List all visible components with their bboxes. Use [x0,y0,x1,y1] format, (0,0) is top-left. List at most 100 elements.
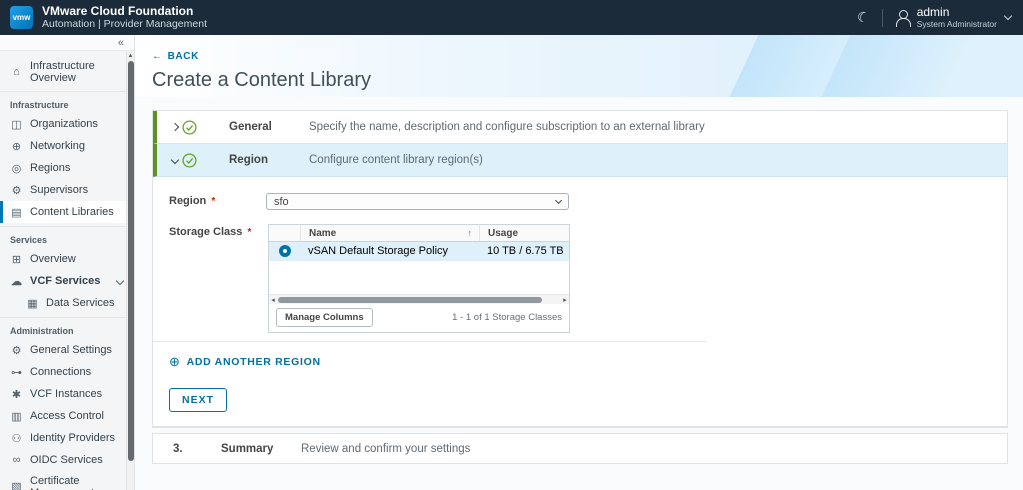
name-column-header[interactable]: Name ↑ [300,225,479,241]
table-footer: Manage Columns 1 - 1 of 1 Storage Classe… [269,304,569,332]
sidebar-section-services: Services [10,235,48,245]
sidebar-item-label: Certificate Management [30,474,94,490]
sidebar-item-access-control[interactable]: ▥ Access Control [0,405,134,427]
oidc-services-icon: ∞ [12,453,21,466]
scroll-left-icon[interactable]: ◂ [269,296,277,304]
step-label: Summary [221,442,274,455]
sidebar-item-identity-providers[interactable]: ⚇ Identity Providers [0,427,134,449]
storage-class-field-label: Storage Class * [169,226,252,238]
wizard: General Specify the name, description an… [152,110,1008,428]
table-empty-area [269,261,569,294]
back-link[interactable]: ← BACK [152,51,199,62]
scrollbar-thumb[interactable] [278,296,543,303]
regions-icon: ◎ [11,162,22,175]
step-complete-icon [182,152,197,168]
table-row[interactable]: vSAN Default Storage Policy 10 TB / 6.75… [269,242,569,261]
sidebar-item-regions[interactable]: ◎ Regions [0,157,134,179]
region-select-value: sfo [274,195,289,208]
step-number: 3. [173,442,183,455]
vcf-instances-icon: ✱ [11,388,22,401]
sidebar-item-infrastructure-overview[interactable]: ⌂ Infrastructure Overview [0,55,134,88]
sidebar-item-label: Regions [30,162,71,174]
scroll-right-icon[interactable]: ▸ [561,296,569,304]
storage-policy-usage: 10 TB / 6.75 TB [487,245,564,257]
sidebar-item-connections[interactable]: ⊶ Connections [0,361,134,383]
overview-icon: ⊞ [11,253,22,266]
sidebar-item-label: Access Control [30,410,104,422]
app-header: vmw VMware Cloud Foundation Automation |… [0,0,1023,35]
sidebar-item-label: VCF Instances [30,388,103,400]
sidebar-item-label: Identity Providers [30,432,115,444]
next-button[interactable]: NEXT [169,388,228,412]
page-header-band: ← BACK Create a Content Library [135,35,1023,97]
back-link-label: BACK [167,51,199,62]
user-menu[interactable]: admin System Administrator [895,4,1013,30]
usage-column-header[interactable]: Usage [479,225,569,241]
sidebar-item-organizations[interactable]: ◫ Organizations [0,113,134,135]
user-role: System Administrator [916,19,997,30]
home-icon: ⌂ [13,65,20,78]
sidebar-section-administration: Administration [10,326,74,336]
scroll-up-icon[interactable]: ▲ [127,52,134,60]
page-title: Create a Content Library [152,69,372,91]
sidebar-item-label: Organizations [30,118,98,130]
plus-circle-icon: ⊕ [169,354,181,369]
wizard-step-summary[interactable]: 3. Summary Review and confirm your setti… [153,434,1007,463]
sidebar-collapse-icon[interactable]: « [118,37,124,49]
sidebar-item-general-settings[interactable]: ⚙ General Settings [0,339,134,361]
app-title: VMware Cloud Foundation [42,3,194,18]
vmware-logo: vmw [10,6,33,29]
region-select[interactable]: sfo [266,193,569,210]
step-description: Configure content library region(s) [309,154,483,166]
table-header-row: Name ↑ Usage [269,225,569,242]
access-control-icon: ▥ [11,410,22,423]
step-complete-icon [182,119,197,135]
sidebar-item-overview[interactable]: ⊞ Overview [0,248,134,270]
vmware-logo-text: vmw [12,13,31,22]
sidebar-scrollbar-thumb[interactable] [128,61,134,461]
sort-ascending-icon[interactable]: ↑ [468,228,473,238]
required-marker: * [211,196,216,207]
wizard-step-general[interactable]: General Specify the name, description an… [153,111,1007,144]
page-content: General Specify the name, description an… [135,97,1023,490]
sidebar-item-label: Content Libraries [30,206,114,218]
sidebar-item-label: VCF Services [30,275,101,287]
table-pagination-text: 1 - 1 of 1 Storage Classes [452,312,562,323]
sidebar-section-infrastructure: Infrastructure [10,100,69,110]
sidebar: « ⌂ Infrastructure Overview Infrastructu… [0,35,135,490]
step-label: Region [229,154,268,166]
content-libraries-icon: ▤ [11,206,22,219]
step-description: Specify the name, description and config… [309,121,705,133]
sidebar-item-vcf-instances[interactable]: ✱ VCF Instances [0,383,134,405]
user-avatar-icon [895,9,911,27]
user-name: admin [916,4,950,19]
manage-columns-button[interactable]: Manage Columns [276,308,373,327]
sidebar-item-data-services[interactable]: ▦ Data Services [0,292,134,314]
sidebar-item-content-libraries[interactable]: ▤ Content Libraries [0,201,134,223]
data-services-icon: ▦ [27,297,38,310]
step-label: General [229,121,272,133]
sidebar-item-label: Overview [30,253,76,265]
storage-class-table: Name ↑ Usage vSAN Default Storage Policy [268,224,570,333]
row-radio-selected[interactable] [278,245,291,257]
add-another-region-link[interactable]: ⊕ ADD ANOTHER REGION [169,355,321,368]
vcf-services-icon: ☁ [11,275,22,288]
sidebar-item-vcf-services[interactable]: ☁ VCF Services [0,270,134,292]
sidebar-item-certificate-management[interactable]: ▧ Certificate Management [0,470,134,490]
app-title-block: VMware Cloud Foundation Automation | Pro… [42,3,207,31]
wizard-step-region[interactable]: Region Configure content library region(… [153,144,1007,177]
general-settings-icon: ⚙ [11,344,22,357]
required-marker: * [247,227,252,238]
sidebar-item-networking[interactable]: ⊕ Networking [0,135,134,157]
chevron-right-icon [168,122,182,132]
sidebar-scrollbar[interactable]: ▲ [126,52,134,490]
wizard-step-summary-card: 3. Summary Review and confirm your setti… [152,433,1008,464]
table-horizontal-scrollbar[interactable]: ◂ ▸ [269,294,569,304]
header-divider [881,8,883,27]
certificate-management-icon: ▧ [11,481,22,490]
dark-mode-toggle-icon[interactable]: ☾ [855,8,871,28]
sidebar-item-label: General Settings [30,344,112,356]
chevron-down-icon [554,196,563,205]
sidebar-item-oidc-services[interactable]: ∞ OIDC Services [0,449,134,470]
sidebar-item-supervisors[interactable]: ⚙ Supervisors [0,179,134,201]
